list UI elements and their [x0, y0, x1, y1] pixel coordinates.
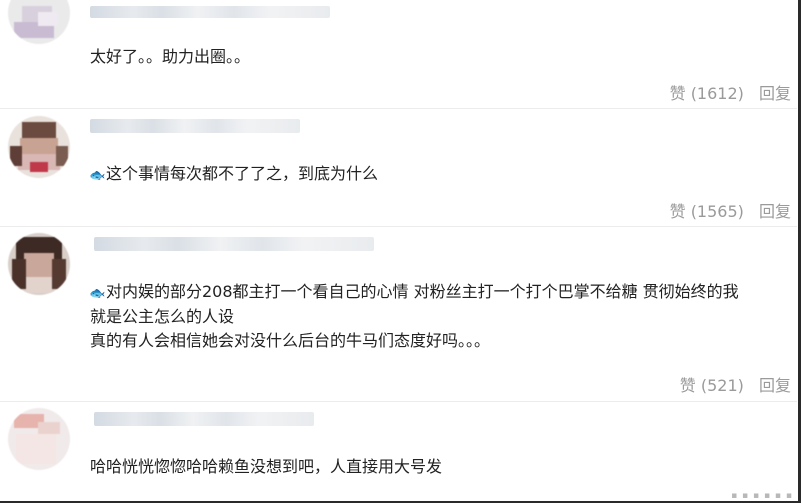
- avatar[interactable]: [8, 408, 70, 470]
- like-label: 赞: [669, 202, 686, 221]
- watermark: ▪ ▪ ▪ ▪ ▪ ▪: [731, 491, 793, 501]
- comment-text-line: 太好了。。助力出圈。。: [90, 47, 251, 66]
- comment-text-line: 对内娱的部分208都主打一个看自己的心情 对粉丝主打一个打个巴掌不给糖 贯彻始终…: [105, 282, 739, 301]
- like-label: 赞: [679, 376, 696, 395]
- comment-actions: 赞 (1565) 回复: [660, 198, 791, 222]
- like-count: (521): [700, 376, 744, 395]
- comment-text: 太好了。。助力出圈。。: [90, 45, 250, 69]
- username-blurred[interactable]: [94, 237, 374, 251]
- reply-button[interactable]: 回复: [759, 84, 791, 103]
- like-button[interactable]: 赞 (1612): [670, 84, 744, 103]
- like-count: (1612): [690, 84, 744, 103]
- avatar[interactable]: [8, 0, 70, 44]
- fish-emoji-icon: 🐟: [89, 168, 106, 182]
- comment-text-line: 就是公主怎么的人设: [90, 307, 235, 326]
- comment-text: 🐟这个事情每次都不了了之，到底为什么: [89, 162, 378, 187]
- fish-emoji-icon: 🐟: [89, 286, 106, 300]
- comment-item: 太好了。。助力出圈。。 赞 (1612) 回复: [0, 0, 797, 108]
- comment-text-line: 这个事情每次都不了了之，到底为什么: [105, 164, 378, 183]
- reply-button[interactable]: 回复: [759, 376, 791, 395]
- comment-item: 🐟对内娱的部分208都主打一个看自己的心情 对粉丝主打一个打个巴掌不给糖 贯彻始…: [0, 227, 797, 401]
- avatar[interactable]: [8, 233, 70, 295]
- comment-feed: 太好了。。助力出圈。。 赞 (1612) 回复 🐟这个事情每次都不了了之，到底为…: [0, 0, 801, 503]
- avatar[interactable]: [8, 116, 70, 178]
- comment-text: 哈哈恍恍惚惚哈哈赖鱼没想到吧，人直接用大号发: [90, 455, 442, 479]
- comment-text-line: 真的有人会相信她会对没什么后台的牛马们态度好吗。。。: [90, 331, 491, 350]
- like-label: 赞: [669, 84, 686, 103]
- comment-text-line: 哈哈恍恍惚惚哈哈赖鱼没想到吧，人直接用大号发: [90, 457, 443, 476]
- like-count: (1565): [690, 202, 744, 221]
- comment-actions: 赞 (1612) 回复: [660, 80, 791, 104]
- like-button[interactable]: 赞 (521): [680, 376, 744, 395]
- comment-actions: 赞 (521) 回复: [670, 372, 791, 396]
- like-button[interactable]: 赞 (1565): [670, 202, 744, 221]
- username-blurred[interactable]: [90, 119, 300, 133]
- comment-item: 🐟这个事情每次都不了了之，到底为什么 赞 (1565) 回复: [0, 109, 797, 226]
- comment-item: 哈哈恍恍惚惚哈哈赖鱼没想到吧，人直接用大号发: [0, 402, 797, 503]
- reply-button[interactable]: 回复: [759, 202, 791, 221]
- username-blurred[interactable]: [94, 412, 314, 426]
- username-blurred[interactable]: [90, 6, 330, 18]
- comment-text: 🐟对内娱的部分208都主打一个看自己的心情 对粉丝主打一个打个巴掌不给糖 贯彻始…: [89, 280, 739, 353]
